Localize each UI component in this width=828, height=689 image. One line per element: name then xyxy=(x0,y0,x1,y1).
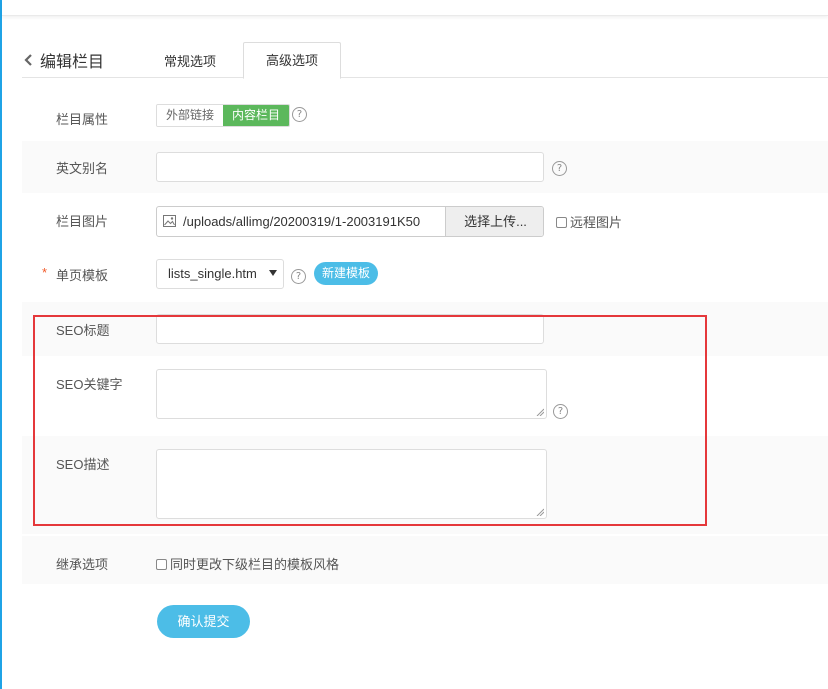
remote-image-option[interactable]: 远程图片 xyxy=(556,212,622,231)
tab-general[interactable]: 常规选项 xyxy=(140,44,240,81)
seo-description-label: SEO描述 xyxy=(56,457,110,472)
inherit-checkbox[interactable] xyxy=(156,559,167,570)
seo-title-label: SEO标题 xyxy=(56,323,110,338)
help-icon[interactable]: ? xyxy=(291,269,306,284)
required-mark: * xyxy=(42,265,48,280)
row-seo-description: SEO描述 xyxy=(22,436,828,534)
top-bar xyxy=(2,0,828,16)
image-path-input[interactable]: /uploads/allimg/20200319/1-2003191K50 xyxy=(183,207,445,236)
help-icon[interactable]: ? xyxy=(552,161,567,176)
inherit-label: 继承选项 xyxy=(56,557,109,572)
attribute-label: 栏目属性 xyxy=(56,112,109,127)
page-title: 编辑栏目 xyxy=(40,54,105,71)
caret-down-icon xyxy=(269,270,277,276)
chevron-left-icon xyxy=(24,54,32,66)
row-alias: 英文别名 ? xyxy=(22,141,828,193)
upload-button[interactable]: 选择上传... xyxy=(445,207,543,236)
new-template-button[interactable]: 新建模板 xyxy=(314,262,379,285)
seo-keywords-textarea[interactable] xyxy=(156,369,547,419)
row-seo-keywords: SEO关键字 ? xyxy=(22,356,828,436)
left-accent-bar xyxy=(0,0,2,689)
page-header: 编辑栏目 常规选项 高级选项 xyxy=(22,42,828,81)
image-file-field: /uploads/allimg/20200319/1-2003191K50 选择… xyxy=(156,206,544,237)
alias-label: 英文别名 xyxy=(56,161,109,176)
seo-title-input[interactable] xyxy=(156,314,544,344)
row-attribute: 栏目属性 外部链接 内容栏目 ? xyxy=(22,88,828,141)
help-icon[interactable]: ? xyxy=(292,107,307,122)
remote-image-label: 远程图片 xyxy=(570,215,623,230)
alias-input[interactable] xyxy=(156,152,544,182)
remote-image-checkbox[interactable] xyxy=(556,217,567,228)
seo-keywords-label: SEO关键字 xyxy=(56,377,123,392)
row-inherit: 继承选项 同时更改下级栏目的模板风格 xyxy=(22,536,828,584)
help-icon[interactable]: ? xyxy=(553,404,568,419)
template-selected-value: lists_single.htm xyxy=(168,266,257,281)
seo-description-textarea[interactable] xyxy=(156,449,547,519)
tab-advanced[interactable]: 高级选项 xyxy=(243,42,341,79)
attribute-toggle: 外部链接 内容栏目 xyxy=(156,104,291,127)
image-label: 栏目图片 xyxy=(56,214,109,229)
resize-grip-icon xyxy=(536,508,544,516)
resize-grip-icon xyxy=(536,408,544,416)
submit-button[interactable]: 确认提交 xyxy=(157,605,250,638)
inherit-option[interactable]: 同时更改下级栏目的模板风格 xyxy=(156,554,339,573)
image-icon xyxy=(163,215,176,227)
row-image: 栏目图片 /uploads/allimg/20200319/1-2003191K… xyxy=(22,194,828,247)
row-template: * 单页模板 lists_single.htm ? 新建模板 xyxy=(22,247,828,302)
template-select[interactable]: lists_single.htm xyxy=(156,259,284,289)
row-seo-title: SEO标题 xyxy=(22,302,828,356)
template-label: 单页模板 xyxy=(56,268,109,283)
back-button[interactable]: 编辑栏目 xyxy=(22,48,104,72)
attribute-option-content[interactable]: 内容栏目 xyxy=(223,105,290,126)
attribute-option-external[interactable]: 外部链接 xyxy=(157,105,224,126)
inherit-checkbox-label: 同时更改下级栏目的模板风格 xyxy=(170,557,340,572)
